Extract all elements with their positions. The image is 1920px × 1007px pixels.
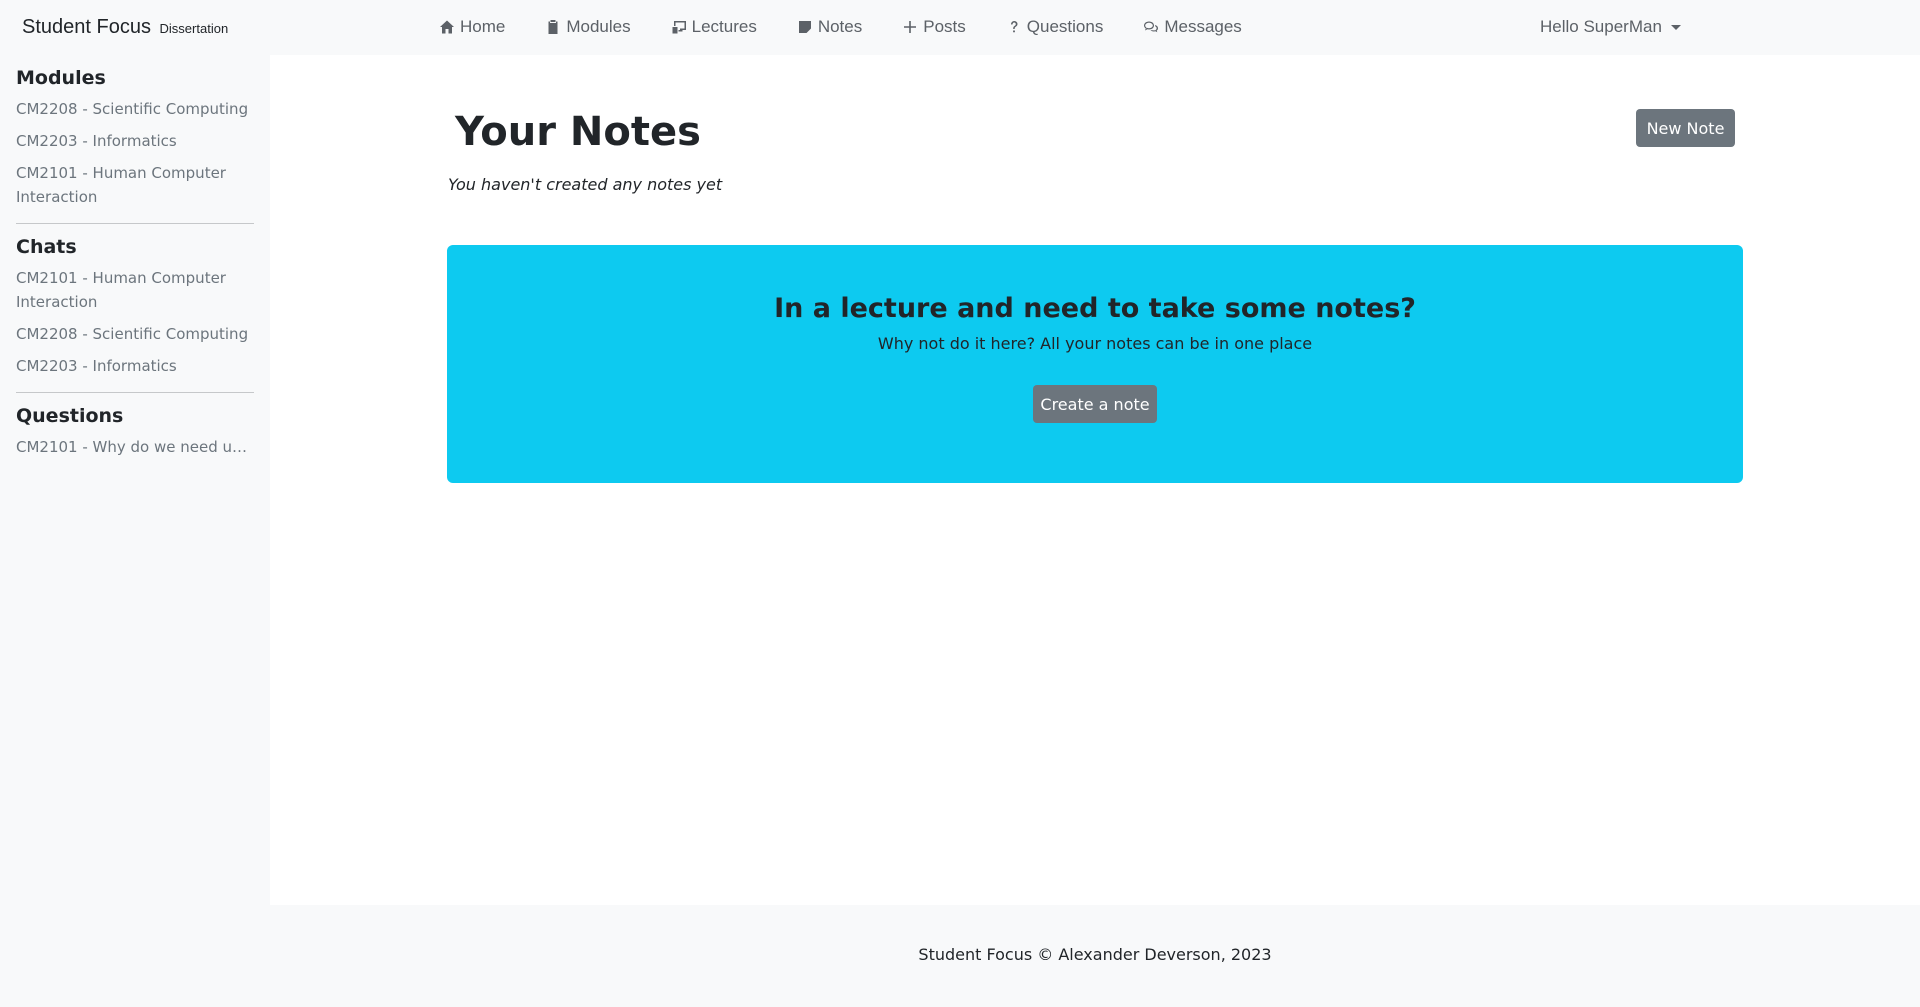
nav-links: Home Modules Lectures Notes Posts Questi… — [438, 17, 1281, 37]
sidebar-chat-item[interactable]: CM2203 - Informatics — [16, 354, 254, 378]
footer-text: Student Focus © Alexander Deverson, 2023 — [918, 945, 1272, 964]
brand-link[interactable]: Student Focus Dissertation — [22, 16, 228, 39]
sidebar-divider — [16, 392, 254, 393]
create-note-banner: In a lecture and need to take some notes… — [447, 245, 1743, 483]
user-greeting: Hello SuperMan — [1540, 17, 1662, 36]
top-navbar: Student Focus Dissertation Home Modules … — [0, 0, 1920, 55]
nav-home-label: Home — [460, 17, 506, 36]
sticky-note-icon — [796, 18, 814, 36]
sidebar-module-item[interactable]: CM2203 - Informatics — [16, 129, 254, 153]
sidebar-chat-item[interactable]: CM2101 - Human Computer Interaction — [16, 266, 254, 314]
empty-notes-message: You haven't created any notes yet — [448, 175, 723, 194]
sidebar-divider — [16, 223, 254, 224]
user-dropdown[interactable]: Hello SuperMan — [1540, 17, 1681, 37]
nav-messages[interactable]: Messages — [1142, 17, 1242, 37]
nav-posts-label: Posts — [923, 17, 966, 36]
nav-modules[interactable]: Modules — [544, 17, 631, 37]
brand-name: Student Focus — [22, 16, 151, 38]
sidebar-chats-section: Chats CM2101 - Human Computer Interactio… — [16, 236, 254, 378]
caret-down-icon — [1670, 24, 1681, 30]
sidebar-chat-item[interactable]: CM2208 - Scientific Computing — [16, 322, 254, 346]
nav-modules-label: Modules — [566, 17, 631, 36]
nav-messages-label: Messages — [1164, 17, 1242, 36]
page-title: Your Notes — [455, 109, 701, 155]
sidebar-question-item[interactable]: CM2101 - Why do we need use... — [16, 435, 254, 459]
plus-icon — [901, 18, 919, 36]
sidebar-chats-title: Chats — [16, 236, 77, 258]
nav-lectures[interactable]: Lectures — [670, 17, 757, 37]
clipboard-icon — [544, 18, 562, 36]
nav-notes[interactable]: Notes — [796, 17, 862, 37]
sidebar-module-item[interactable]: CM2101 - Human Computer Interaction — [16, 161, 254, 209]
main-content: Your Notes New Note You haven't created … — [270, 55, 1920, 905]
sidebar-modules-section: Modules CM2208 - Scientific Computing CM… — [16, 67, 254, 209]
sidebar-questions-section: Questions CM2101 - Why do we need use... — [16, 405, 254, 459]
house-icon — [438, 18, 456, 36]
nav-posts[interactable]: Posts — [901, 17, 966, 37]
sidebar: Modules CM2208 - Scientific Computing CM… — [0, 55, 270, 905]
nav-questions[interactable]: Questions — [1005, 17, 1104, 37]
banner-text: Why not do it here? All your notes can b… — [877, 334, 1313, 353]
sidebar-modules-title: Modules — [16, 67, 106, 89]
new-note-button[interactable]: New Note — [1636, 109, 1735, 147]
footer: Student Focus © Alexander Deverson, 2023 — [270, 905, 1920, 1007]
nav-lectures-label: Lectures — [691, 17, 757, 36]
chat-icon — [1142, 18, 1160, 36]
easel-icon — [670, 18, 688, 36]
brand-subtitle: Dissertation — [159, 21, 229, 36]
nav-notes-label: Notes — [817, 17, 863, 36]
nav-home[interactable]: Home — [438, 17, 505, 37]
question-icon — [1005, 18, 1023, 36]
create-note-button[interactable]: Create a note — [1033, 385, 1157, 423]
sidebar-questions-title: Questions — [16, 405, 124, 427]
nav-questions-label: Questions — [1026, 17, 1104, 36]
banner-heading: In a lecture and need to take some notes… — [774, 293, 1416, 324]
sidebar-module-item[interactable]: CM2208 - Scientific Computing — [16, 97, 254, 121]
